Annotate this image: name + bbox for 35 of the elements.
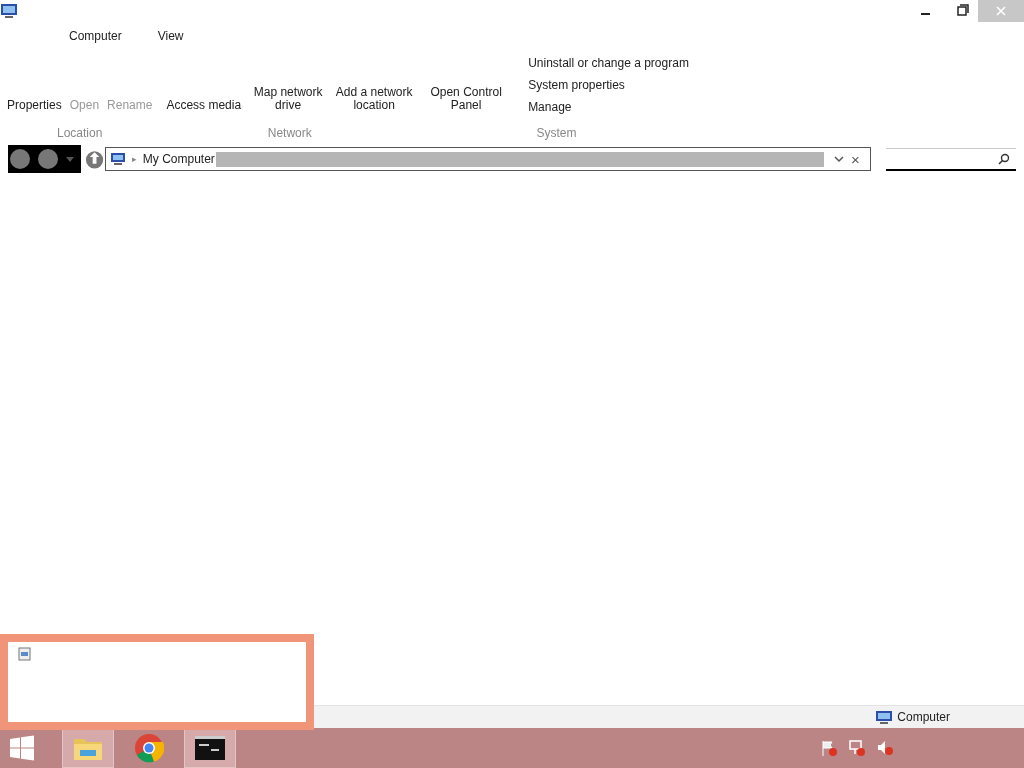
network-icon[interactable]: [848, 739, 866, 757]
document-icon: [16, 646, 32, 662]
computer-icon: [109, 152, 126, 166]
back-button[interactable]: [10, 149, 30, 169]
search-icon: [998, 152, 1010, 165]
ribbon-button[interactable]: Add a network location: [332, 86, 417, 112]
ribbon-button[interactable]: Manage: [528, 98, 689, 116]
ribbon-button[interactable]: Map network drive: [246, 86, 331, 112]
taskbar-button[interactable]: [184, 728, 236, 768]
ribbon-button[interactable]: System properties: [528, 76, 689, 94]
windows-logo-icon[interactable]: [8, 734, 36, 762]
caret-icon[interactable]: [66, 156, 74, 162]
browser-icon: [134, 733, 164, 763]
clear-button[interactable]: ×: [851, 150, 860, 168]
computer-icon: [0, 3, 18, 19]
flag-icon[interactable]: [820, 739, 838, 757]
group-label: Network: [267, 126, 312, 142]
dropdown-icon[interactable]: [833, 153, 846, 165]
ribbon-button[interactable]: Access media: [163, 99, 245, 112]
breadcrumb-item[interactable]: My Computer: [142, 152, 215, 166]
group-label: Location: [57, 126, 103, 142]
breadcrumb-separator: ▸: [131, 154, 137, 164]
ribbon-tab[interactable]: Computer: [69, 29, 122, 43]
search-field[interactable]: [885, 147, 1016, 171]
ribbon-button[interactable]: Open Control Panel: [424, 86, 509, 112]
computer-icon: [875, 709, 894, 725]
ribbon-tab[interactable]: View: [157, 29, 184, 43]
muted-speaker-icon[interactable]: [876, 739, 894, 757]
status-location: Computer: [897, 710, 950, 724]
forward-button[interactable]: [38, 149, 58, 169]
ribbon-button[interactable]: Properties: [4, 99, 65, 112]
terminal-icon: [195, 736, 225, 760]
group-label: System: [536, 126, 577, 142]
address-field[interactable]: ▸ My Computer ×: [104, 147, 871, 171]
ribbon-button[interactable]: Uninstall or change a program: [528, 54, 689, 72]
